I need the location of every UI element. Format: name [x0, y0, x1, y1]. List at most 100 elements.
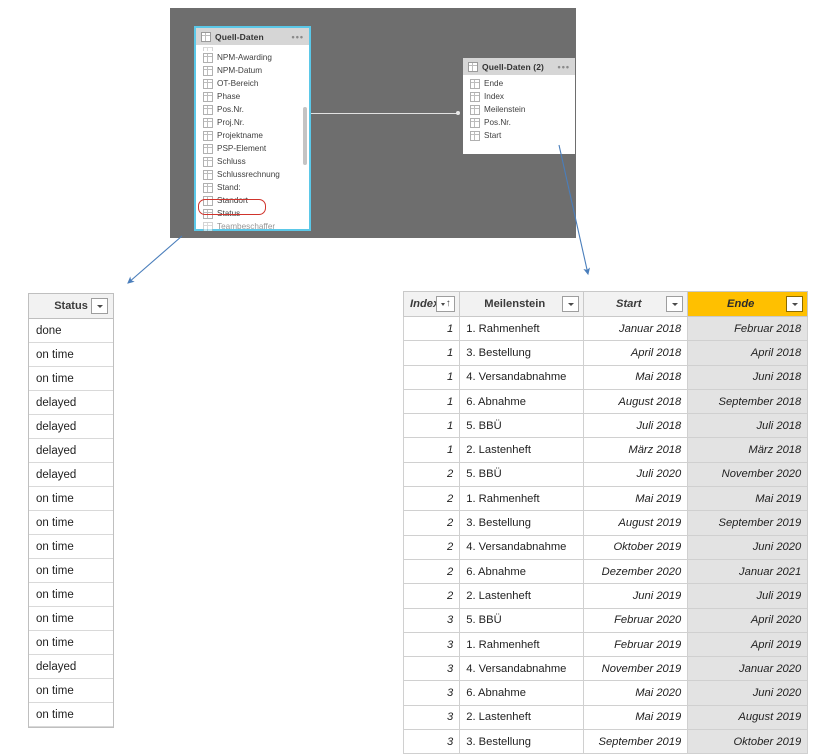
- cell-ende: Juli 2019: [687, 583, 809, 609]
- table-row[interactable]: 2 4. Versandabnahme Oktober 2019 Juni 2020: [402, 534, 809, 560]
- field-row-schlussrechnung[interactable]: Schlussrechnung: [196, 168, 309, 181]
- table-row[interactable]: 1 5. BBÜ Juli 2018 Juli 2018: [402, 413, 809, 439]
- cell-meilenstein: 2. Lastenheft: [459, 437, 585, 463]
- cell-meilenstein: 6. Abnahme: [459, 388, 585, 415]
- ende-filter-button[interactable]: [786, 296, 804, 312]
- column-header-ende[interactable]: Ende: [687, 291, 809, 317]
- milestone-data-table[interactable]: Index ↑ Meilenstein Start Ende 1 1. Rahm…: [402, 291, 809, 754]
- table-row[interactable]: 2 3. Bestellung August 2019 September 2019: [402, 510, 809, 536]
- relationship-cardinality-many-dot: [456, 111, 460, 115]
- table-row[interactable]: 3 4. Versandabnahme November 2019 Januar 20…: [402, 656, 809, 682]
- cell-ende: August 2019: [687, 704, 809, 731]
- table-row[interactable]: 3 5. BBÜ Februar 2020 April 2020: [402, 607, 809, 633]
- field-label: Schlussrechnung: [217, 170, 280, 179]
- table-row[interactable]: 1 3. Bestellung April 2018 April 2018: [402, 340, 809, 366]
- field-row-ot-bereich[interactable]: OT-Bereich: [196, 77, 309, 90]
- table-row[interactable]: 2 5. BBÜ Juli 2020 November 2020: [402, 461, 809, 488]
- cell-ende: Juni 2018: [687, 364, 809, 390]
- field-list-scrollbar[interactable]: [303, 107, 307, 165]
- cell-start: Juli 2018: [583, 413, 689, 439]
- field-icon: [470, 117, 480, 128]
- table-row[interactable]: 2 6. Abnahme Dezember 2020 Januar 2021: [402, 558, 809, 585]
- field-row-npm-awarding[interactable]: NPM-Awarding: [196, 51, 309, 64]
- field-row-phase[interactable]: Phase: [196, 90, 309, 103]
- cell-meilenstein: 6. Abnahme: [459, 680, 585, 706]
- column-header-index[interactable]: Index ↑: [402, 291, 461, 317]
- field-icon: [203, 169, 213, 180]
- table-body: 1 1. Rahmenheft Januar 2018 Februar 2018 1 3.…: [402, 315, 809, 754]
- field-label: Meilenstein: [484, 105, 526, 114]
- field-row-schluss[interactable]: Schluss: [196, 155, 309, 168]
- chevron-down-icon: [440, 302, 445, 306]
- field-row-stand[interactable]: Stand:: [196, 181, 309, 194]
- model-table-field-list[interactable]: Ende Index Meilenstein Pos.Nr. Start: [463, 75, 575, 142]
- field-row-proj-nr[interactable]: Proj.Nr.: [196, 116, 309, 129]
- field-row-index[interactable]: Index: [463, 90, 575, 103]
- field-label: Ende: [484, 79, 504, 88]
- cell-index: 1: [402, 388, 461, 415]
- field-row-start[interactable]: Start: [463, 129, 575, 142]
- field-icon: [470, 91, 480, 102]
- field-icon: [203, 117, 213, 128]
- field-row-psp-element[interactable]: PSP-Element: [196, 142, 309, 155]
- table-row[interactable]: 1 4. Versandabnahme Mai 2018 Juni 2018: [402, 364, 809, 390]
- status-column-table[interactable]: Status done on time on time delayed delayed d…: [28, 293, 114, 728]
- column-header-start[interactable]: Start: [583, 291, 689, 317]
- cell-index: 2: [402, 510, 461, 536]
- model-table-card-quell-daten-2[interactable]: Quell-Daten (2) ••• Ende Index Meilenste…: [463, 58, 575, 154]
- field-row-pos-nr[interactable]: Pos.Nr.: [463, 116, 575, 129]
- status-cell: on time: [29, 607, 113, 631]
- cell-ende: Juni 2020: [687, 680, 809, 706]
- cell-meilenstein: 3. Bestellung: [459, 510, 585, 536]
- cell-meilenstein: 2. Lastenheft: [459, 583, 585, 609]
- table-row[interactable]: 3 1. Rahmenheft Februar 2019 April 2019: [402, 631, 809, 658]
- more-options-icon[interactable]: •••: [558, 62, 570, 71]
- status-cell: on time: [29, 583, 113, 607]
- cell-meilenstein: 5. BBÜ: [459, 413, 585, 439]
- model-table-header[interactable]: Quell-Daten •••: [196, 28, 309, 45]
- meilenstein-filter-button[interactable]: [562, 296, 580, 312]
- field-row-projektname[interactable]: Projektname: [196, 129, 309, 142]
- cell-index: 1: [402, 315, 461, 342]
- model-diagram-canvas[interactable]: 1 ▲ Quell-Daten ••• NPM-Awarding NPM-Dat…: [170, 8, 576, 238]
- field-row-pos-nr[interactable]: Pos.Nr.: [196, 103, 309, 116]
- table-row[interactable]: 2 2. Lastenheft Juni 2019 Juli 2019: [402, 583, 809, 609]
- field-icon: [203, 78, 213, 89]
- cell-start: September 2019: [583, 729, 689, 754]
- field-row-ende[interactable]: Ende: [463, 77, 575, 90]
- model-table-header[interactable]: Quell-Daten (2) •••: [463, 58, 575, 75]
- status-cell: on time: [29, 367, 113, 391]
- status-cell: on time: [29, 679, 113, 703]
- table-header-row: Index ↑ Meilenstein Start Ende: [402, 291, 809, 317]
- column-header-label: Ende: [727, 298, 755, 310]
- status-cell: delayed: [29, 391, 113, 415]
- field-row-npm-datum[interactable]: NPM-Datum: [196, 64, 309, 77]
- table-row[interactable]: 1 6. Abnahme August 2018 September 2018: [402, 388, 809, 415]
- field-icon: [203, 104, 213, 115]
- table-row[interactable]: 3 6. Abnahme Mai 2020 Juni 2020: [402, 680, 809, 706]
- more-options-icon[interactable]: •••: [292, 32, 304, 41]
- cell-start: Februar 2019: [583, 631, 689, 658]
- cell-ende: Mai 2019: [687, 486, 809, 512]
- cell-meilenstein: 1. Rahmenheft: [459, 315, 585, 342]
- table-row[interactable]: 1 1. Rahmenheft Januar 2018 Februar 2018: [402, 315, 809, 342]
- cell-meilenstein: 4. Versandabnahme: [459, 534, 585, 560]
- cell-start: Dezember 2020: [583, 558, 689, 585]
- cell-meilenstein: 6. Abnahme: [459, 558, 585, 585]
- table-row[interactable]: 3 2. Lastenheft Mai 2019 August 2019: [402, 704, 809, 731]
- start-filter-button[interactable]: [666, 296, 684, 312]
- sort-ascending-icon: ↑: [445, 298, 451, 309]
- index-sort-filter-button[interactable]: ↑: [436, 296, 456, 312]
- status-filter-button[interactable]: [91, 298, 108, 314]
- field-row-meilenstein[interactable]: Meilenstein: [463, 103, 575, 116]
- table-row[interactable]: 2 1. Rahmenheft Mai 2019 Mai 2019: [402, 486, 809, 512]
- field-row[interactable]: [196, 47, 309, 51]
- field-label: Start: [484, 131, 502, 140]
- table-row[interactable]: 1 2. Lastenheft März 2018 März 2018: [402, 437, 809, 463]
- cell-ende: Juli 2018: [687, 413, 809, 439]
- field-row-teambeschaffer[interactable]: Teambeschaffer: [196, 220, 309, 231]
- status-field-highlight: [198, 199, 266, 215]
- table-row[interactable]: 3 3. Bestellung September 2019 Oktober 2019: [402, 729, 809, 754]
- column-header-meilenstein[interactable]: Meilenstein: [459, 291, 585, 317]
- cell-ende: April 2018: [687, 340, 809, 366]
